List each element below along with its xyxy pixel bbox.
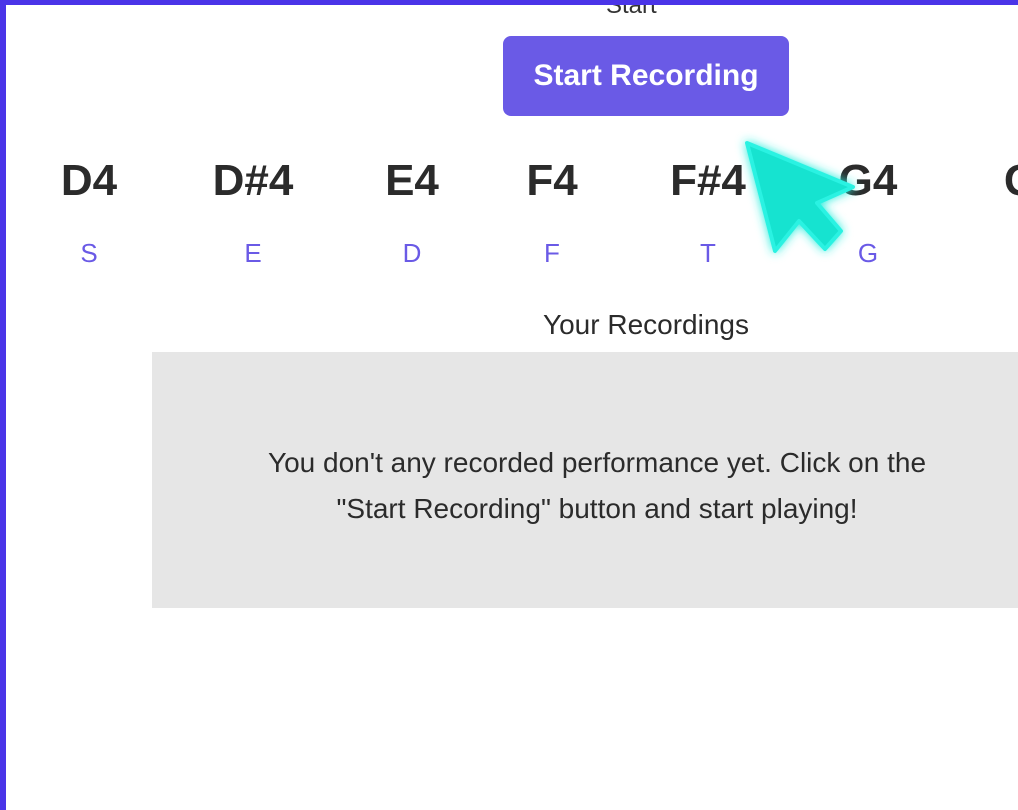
piano-key-f4[interactable]: F4 bbox=[482, 155, 622, 207]
piano-key-dsharp4[interactable]: D#4 bbox=[183, 155, 323, 207]
start-recording-button[interactable]: Start Recording bbox=[503, 36, 789, 116]
empty-message-line-1: You don't any recorded performance yet. … bbox=[267, 447, 927, 478]
key-hint-d: D bbox=[402, 238, 422, 268]
recordings-title: Your Recordings bbox=[543, 309, 749, 340]
piano-key-e4[interactable]: E4 bbox=[342, 155, 482, 207]
empty-message-line-2: "Start Recording" button and start playi… bbox=[336, 493, 858, 524]
key-hint-e: E bbox=[244, 238, 262, 268]
top-cut-label: Start bbox=[606, 0, 657, 19]
piano-key-g-partial[interactable]: G bbox=[951, 155, 1018, 207]
piano-key-d4[interactable]: D4 bbox=[19, 155, 159, 207]
app-frame: Start Start Recording D4 S D#4 E E4 D F4… bbox=[0, 0, 1018, 810]
recordings-empty-panel: You don't any recorded performance yet. … bbox=[152, 352, 1018, 608]
key-hint-t: T bbox=[700, 238, 716, 268]
key-hint-f: F bbox=[544, 238, 560, 268]
key-hint-s: S bbox=[80, 238, 98, 268]
mouse-pointer-icon bbox=[745, 141, 855, 253]
empty-recordings-message: You don't any recorded performance yet. … bbox=[212, 440, 982, 532]
